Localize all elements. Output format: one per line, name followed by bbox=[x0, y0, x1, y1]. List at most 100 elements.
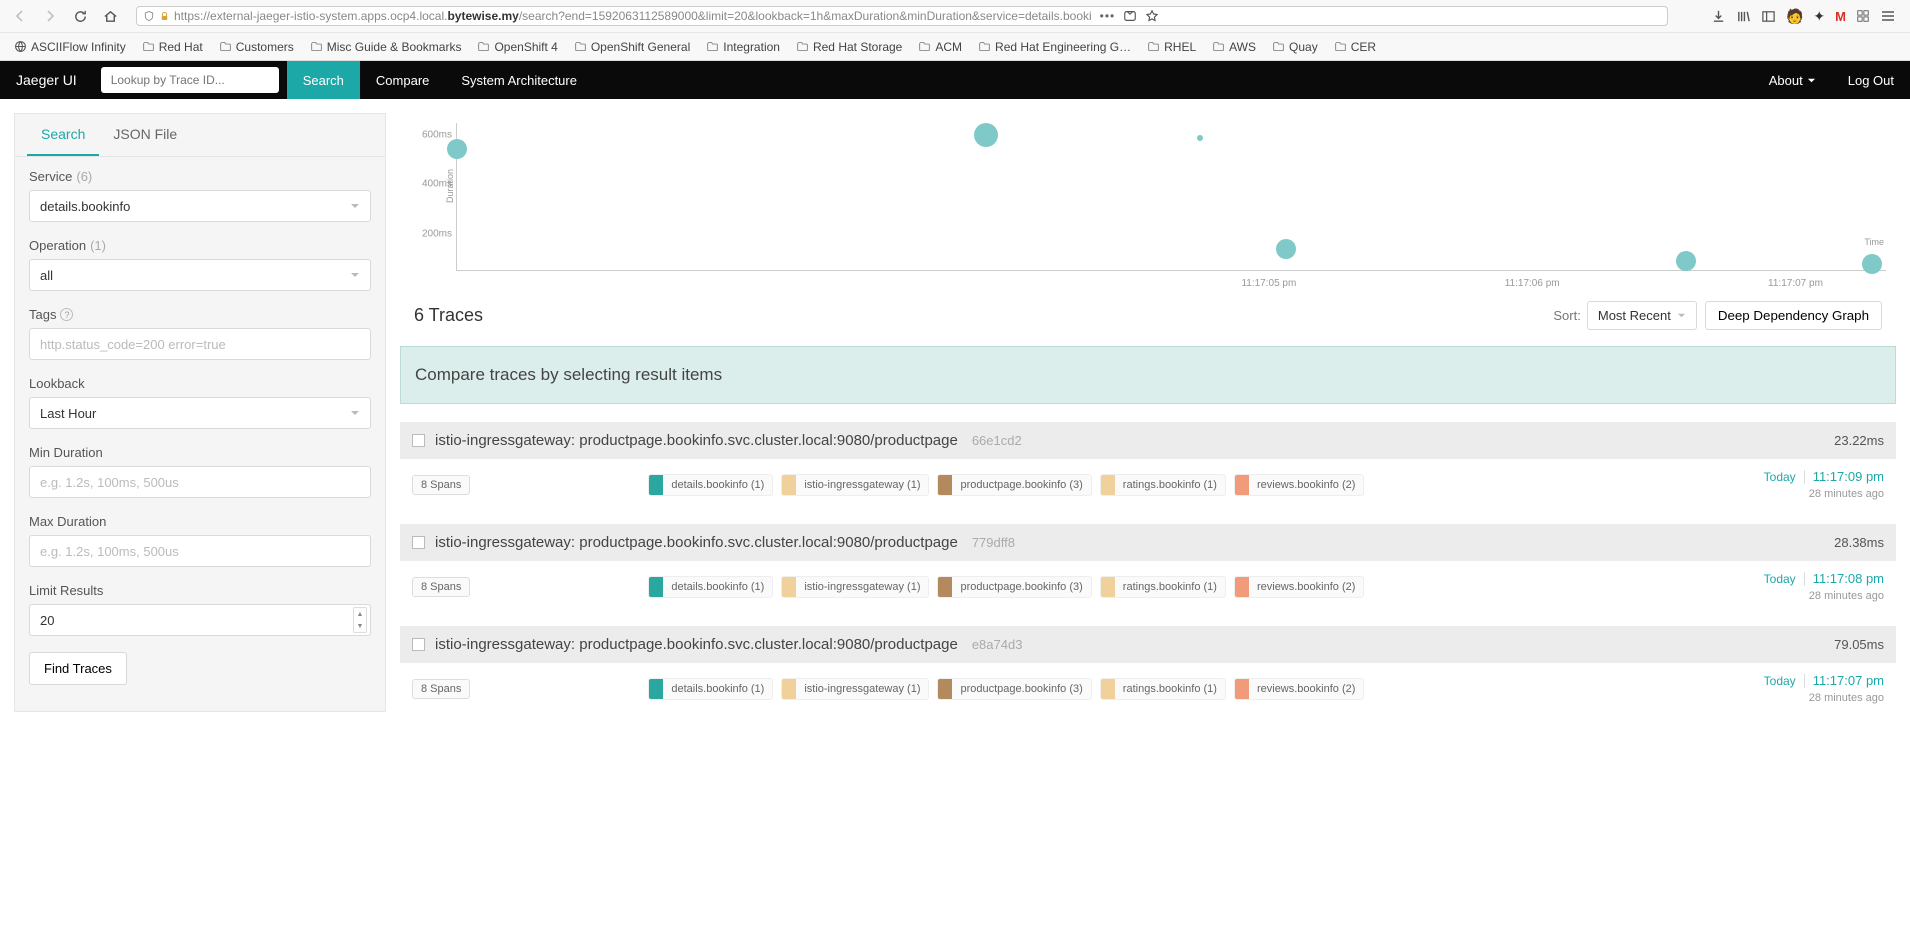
scatter-point[interactable] bbox=[447, 139, 467, 159]
gmail-icon[interactable]: M bbox=[1835, 9, 1846, 24]
library-icon[interactable] bbox=[1736, 9, 1751, 24]
x-tick: 11:17:07 pm bbox=[1768, 278, 1823, 289]
max-duration-label: Max Duration bbox=[29, 514, 371, 529]
nav-compare[interactable]: Compare bbox=[360, 61, 445, 99]
trace-duration: 23.22ms bbox=[1834, 433, 1884, 448]
url-bar[interactable]: https://external-jaeger-istio-system.app… bbox=[136, 6, 1668, 26]
ddg-button[interactable]: Deep Dependency Graph bbox=[1705, 301, 1882, 330]
trace-title: istio-ingressgateway: productpage.bookin… bbox=[435, 636, 958, 653]
trace-id: 66e1cd2 bbox=[972, 433, 1022, 448]
nav-search[interactable]: Search bbox=[287, 61, 360, 99]
sidebar-icon[interactable] bbox=[1761, 9, 1776, 24]
bookmark-item[interactable]: Customers bbox=[213, 38, 300, 56]
tab-search[interactable]: Search bbox=[27, 114, 99, 156]
home-button[interactable] bbox=[98, 4, 122, 28]
find-traces-button[interactable]: Find Traces bbox=[29, 652, 127, 685]
service-tag: reviews.bookinfo (2) bbox=[1234, 576, 1364, 598]
more-icon[interactable]: ••• bbox=[1100, 9, 1116, 23]
bookmark-item[interactable]: OpenShift 4 bbox=[471, 38, 563, 56]
bookmark-item[interactable]: Red Hat Storage bbox=[790, 38, 908, 56]
trace-title: istio-ingressgateway: productpage.bookin… bbox=[435, 432, 958, 449]
sort-label: Sort: bbox=[1553, 308, 1580, 323]
spans-badge: 8 Spans bbox=[412, 679, 470, 699]
scatter-point[interactable] bbox=[1862, 254, 1882, 274]
bookmark-item[interactable]: Misc Guide & Bookmarks bbox=[304, 38, 468, 56]
bookmark-item[interactable]: OpenShift General bbox=[568, 38, 696, 56]
service-tag: istio-ingressgateway (1) bbox=[781, 678, 929, 700]
bookmark-item[interactable]: ASCIIFlow Infinity bbox=[8, 38, 132, 56]
trace-item[interactable]: istio-ingressgateway: productpage.bookin… bbox=[400, 524, 1896, 612]
ext-icon-1[interactable]: 🧑 bbox=[1786, 8, 1803, 25]
operation-select[interactable]: all bbox=[29, 259, 371, 291]
x-tick: 11:17:06 pm bbox=[1505, 278, 1560, 289]
trace-item[interactable]: istio-ingressgateway: productpage.bookin… bbox=[400, 626, 1896, 714]
tags-help-icon[interactable]: ? bbox=[60, 308, 73, 321]
nav-logout[interactable]: Log Out bbox=[1832, 61, 1910, 99]
scatter-point[interactable] bbox=[974, 123, 998, 147]
reload-button[interactable] bbox=[68, 4, 92, 28]
nav-system-architecture[interactable]: System Architecture bbox=[445, 61, 593, 99]
tab-json-file[interactable]: JSON File bbox=[99, 114, 191, 156]
service-tag: details.bookinfo (1) bbox=[648, 576, 773, 598]
reader-icon[interactable] bbox=[1123, 9, 1137, 23]
bookmark-item[interactable]: Quay bbox=[1266, 38, 1324, 56]
lookback-select[interactable]: Last Hour bbox=[29, 397, 371, 429]
bookmark-item[interactable]: Integration bbox=[700, 38, 786, 56]
lock-icon bbox=[159, 11, 170, 22]
tags-input[interactable] bbox=[29, 328, 371, 360]
max-duration-input[interactable] bbox=[29, 535, 371, 567]
bookmark-item[interactable]: Red Hat Engineering G… bbox=[972, 38, 1137, 56]
trace-checkbox[interactable] bbox=[412, 638, 425, 651]
search-sidebar: Search JSON File Service (6) details.boo… bbox=[14, 113, 386, 712]
bookmark-item[interactable]: CER bbox=[1328, 38, 1382, 56]
limit-label: Limit Results bbox=[29, 583, 371, 598]
trace-id: e8a74d3 bbox=[972, 637, 1023, 652]
service-tag: istio-ingressgateway (1) bbox=[781, 474, 929, 496]
limit-stepper[interactable]: ▲▼ bbox=[353, 607, 367, 633]
forward-button[interactable] bbox=[38, 4, 62, 28]
scatter-point[interactable] bbox=[1276, 239, 1296, 259]
bookmark-star-icon[interactable] bbox=[1145, 9, 1159, 23]
min-duration-input[interactable] bbox=[29, 466, 371, 498]
service-tag: productpage.bookinfo (3) bbox=[937, 576, 1091, 598]
nav-about[interactable]: About bbox=[1753, 61, 1832, 99]
ext-icon-3[interactable] bbox=[1856, 9, 1870, 23]
service-tag: ratings.bookinfo (1) bbox=[1100, 678, 1226, 700]
limit-input[interactable] bbox=[29, 604, 371, 636]
url-text: https://external-jaeger-istio-system.app… bbox=[174, 9, 1092, 23]
compare-banner: Compare traces by selecting result items bbox=[400, 346, 1896, 404]
shield-icon bbox=[143, 10, 155, 22]
service-tag: productpage.bookinfo (3) bbox=[937, 474, 1091, 496]
back-button[interactable] bbox=[8, 4, 32, 28]
bookmark-item[interactable]: ACM bbox=[912, 38, 968, 56]
app-brand: Jaeger UI bbox=[0, 72, 93, 88]
bookmark-item[interactable]: Red Hat bbox=[136, 38, 209, 56]
sort-select[interactable]: Most Recent bbox=[1587, 301, 1697, 330]
service-select[interactable]: details.bookinfo bbox=[29, 190, 371, 222]
min-duration-label: Min Duration bbox=[29, 445, 371, 460]
service-tag: istio-ingressgateway (1) bbox=[781, 576, 929, 598]
trace-lookup-input[interactable] bbox=[101, 67, 279, 93]
trace-checkbox[interactable] bbox=[412, 434, 425, 447]
browser-chrome: https://external-jaeger-istio-system.app… bbox=[0, 0, 1910, 61]
trace-checkbox[interactable] bbox=[412, 536, 425, 549]
service-label: Service bbox=[29, 169, 72, 184]
spans-badge: 8 Spans bbox=[412, 577, 470, 597]
trace-id: 779dff8 bbox=[972, 535, 1015, 550]
scatter-point[interactable] bbox=[1676, 251, 1696, 271]
downloads-icon[interactable] bbox=[1711, 9, 1726, 24]
bookmark-item[interactable]: RHEL bbox=[1141, 38, 1202, 56]
trace-time: Today11:17:07 pm28 minutes ago bbox=[1764, 673, 1884, 704]
app-navbar: Jaeger UI Search Compare System Architec… bbox=[0, 61, 1910, 99]
bookmark-item[interactable]: AWS bbox=[1206, 38, 1262, 56]
trace-item[interactable]: istio-ingressgateway: productpage.bookin… bbox=[400, 422, 1896, 510]
scatter-plot: 600ms400ms200ms Duration Time 11:17:05 p… bbox=[400, 113, 1896, 293]
menu-icon[interactable] bbox=[1880, 8, 1896, 24]
service-tag: ratings.bookinfo (1) bbox=[1100, 474, 1226, 496]
lookback-label: Lookback bbox=[29, 376, 371, 391]
scatter-point[interactable] bbox=[1197, 135, 1203, 141]
trace-duration: 28.38ms bbox=[1834, 535, 1884, 550]
service-tag: reviews.bookinfo (2) bbox=[1234, 474, 1364, 496]
ext-icon-2[interactable]: ✦ bbox=[1813, 8, 1825, 25]
tags-label: Tags bbox=[29, 307, 56, 322]
